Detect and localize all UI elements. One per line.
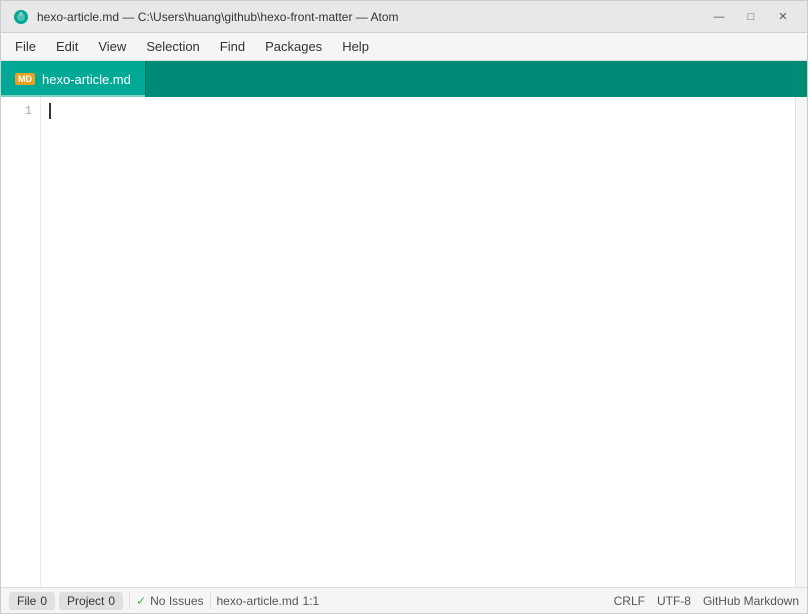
status-separator-1 bbox=[129, 593, 130, 609]
grammar-indicator[interactable]: GitHub Markdown bbox=[703, 594, 799, 608]
file-count-button[interactable]: File 0 bbox=[9, 592, 55, 610]
menu-packages[interactable]: Packages bbox=[255, 35, 332, 58]
app-icon bbox=[13, 9, 29, 25]
tabbar: MD hexo-article.md bbox=[1, 61, 807, 97]
line-gutter: 1 bbox=[1, 97, 41, 587]
window-controls: — □ ✕ bbox=[707, 8, 795, 26]
menubar: File Edit View Selection Find Packages H… bbox=[1, 33, 807, 61]
project-label: Project bbox=[67, 594, 104, 608]
close-button[interactable]: ✕ bbox=[771, 8, 795, 26]
menu-file[interactable]: File bbox=[5, 35, 46, 58]
menu-find[interactable]: Find bbox=[210, 35, 255, 58]
minimize-button[interactable]: — bbox=[707, 8, 731, 26]
issues-check-icon: ✓ bbox=[136, 594, 146, 608]
editor-tab[interactable]: MD hexo-article.md bbox=[1, 61, 146, 97]
line-number-1: 1 bbox=[1, 101, 32, 121]
issues-label: No Issues bbox=[150, 594, 203, 608]
status-filename: hexo-article.md bbox=[217, 594, 299, 608]
statusbar: File 0 Project 0 ✓ No Issues hexo-articl… bbox=[1, 587, 807, 613]
editor-content[interactable] bbox=[41, 97, 795, 587]
tab-active-indicator bbox=[1, 95, 145, 97]
tab-filename: hexo-article.md bbox=[42, 72, 131, 87]
menu-edit[interactable]: Edit bbox=[46, 35, 88, 58]
titlebar: hexo-article.md — C:\Users\huang\github\… bbox=[1, 1, 807, 33]
maximize-button[interactable]: □ bbox=[739, 8, 763, 26]
cursor-line bbox=[49, 101, 787, 121]
file-count: 0 bbox=[40, 594, 47, 608]
menu-selection[interactable]: Selection bbox=[136, 35, 209, 58]
scrollbar-track[interactable] bbox=[795, 97, 807, 587]
line-ending-indicator[interactable]: CRLF bbox=[614, 594, 645, 608]
project-count: 0 bbox=[108, 594, 115, 608]
editor-container: 1 bbox=[1, 97, 807, 587]
encoding-indicator[interactable]: UTF-8 bbox=[657, 594, 691, 608]
project-count-button[interactable]: Project 0 bbox=[59, 592, 123, 610]
status-right: CRLF UTF-8 GitHub Markdown bbox=[614, 594, 799, 608]
file-label: File bbox=[17, 594, 36, 608]
menu-help[interactable]: Help bbox=[332, 35, 379, 58]
status-separator-2 bbox=[210, 593, 211, 609]
menu-view[interactable]: View bbox=[88, 35, 136, 58]
tab-filetype-icon: MD bbox=[15, 73, 35, 85]
window-title: hexo-article.md — C:\Users\huang\github\… bbox=[37, 10, 707, 24]
status-position[interactable]: 1:1 bbox=[303, 594, 320, 608]
text-cursor bbox=[49, 103, 51, 119]
